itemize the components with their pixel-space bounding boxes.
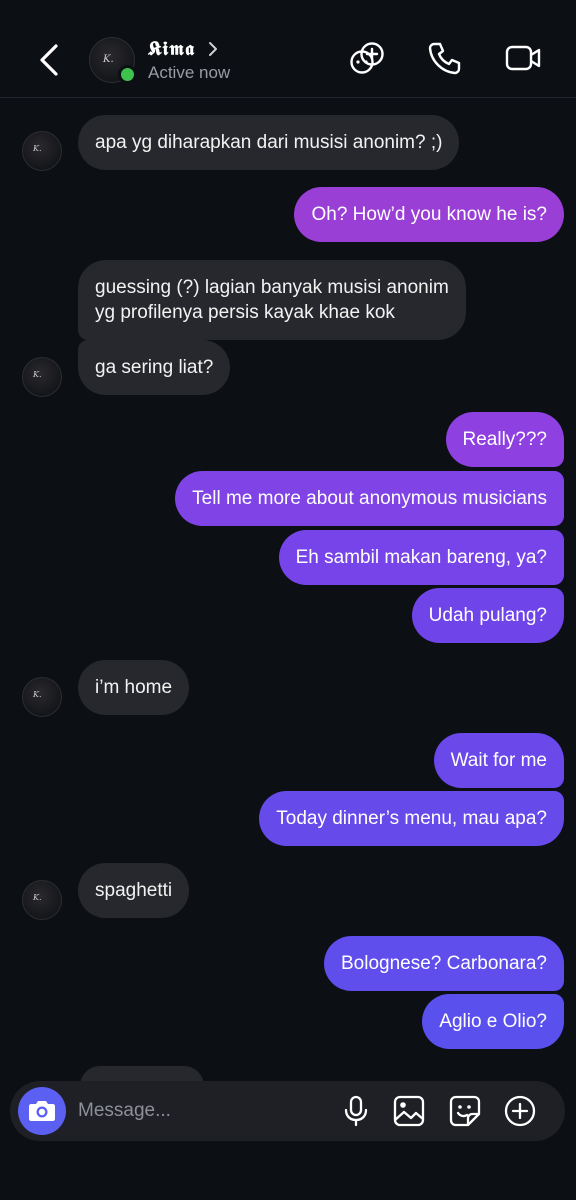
outgoing-message[interactable]: Tell me more about anonymous musicians <box>175 471 564 526</box>
sender-avatar[interactable]: K. <box>22 131 62 171</box>
message-text: i’m home <box>95 677 173 698</box>
message-text: Bolognese? Carbonara? <box>341 953 547 974</box>
sender-avatar[interactable]: K. <box>22 357 62 397</box>
image-icon[interactable] <box>391 1093 427 1129</box>
message-text: Aglio e Olio? <box>439 1011 547 1032</box>
message-text: ga sering liat? <box>95 357 214 378</box>
avatar[interactable]: K. <box>89 37 137 84</box>
message-text: Really??? <box>462 429 548 450</box>
outgoing-message[interactable]: Oh? How’d you know he is? <box>294 187 564 242</box>
message-input[interactable]: Message... <box>78 1100 171 1122</box>
game-controller-icon[interactable] <box>347 38 387 78</box>
message-text: Today dinner’s menu, mau apa? <box>276 808 547 829</box>
chat-screen: K. 𝕶𝖎𝖒𝖆 Active now K. apa yg diharapkan … <box>0 0 576 1200</box>
incoming-message[interactable]: ga sering liat? <box>78 340 231 395</box>
outgoing-message[interactable]: Aglio e Olio? <box>422 994 564 1049</box>
sticker-icon[interactable] <box>447 1093 483 1129</box>
chat-header: K. 𝕶𝖎𝖒𝖆 Active now <box>0 0 576 98</box>
outgoing-message[interactable]: Today dinner’s menu, mau apa? <box>259 791 564 846</box>
message-text-line: yg profilenya persis kayak khae kok <box>95 302 395 323</box>
incoming-message[interactable]: i’m home <box>78 660 190 715</box>
online-indicator <box>118 65 137 84</box>
active-status: Active now <box>148 63 231 82</box>
chevron-left-icon[interactable] <box>34 40 66 80</box>
microphone-icon[interactable] <box>338 1093 374 1129</box>
outgoing-message[interactable]: Bolognese? Carbonara? <box>324 936 564 991</box>
incoming-message[interactable]: guessing (?) lagian banyak musisi anonim… <box>78 260 466 340</box>
message-text: Wait for me <box>450 750 547 771</box>
outgoing-message[interactable]: Really??? <box>445 412 564 467</box>
contact-name[interactable]: 𝕶𝖎𝖒𝖆 <box>148 38 195 60</box>
camera-button[interactable] <box>18 1087 66 1135</box>
message-text: spaghetti <box>95 880 173 901</box>
outgoing-message[interactable]: Wait for me <box>433 733 564 788</box>
incoming-message[interactable]: apa yg diharapkan dari musisi anonim? ;) <box>78 115 460 170</box>
incoming-message[interactable]: spaghetti <box>78 863 190 918</box>
phone-icon[interactable] <box>425 38 465 78</box>
sender-avatar[interactable]: K. <box>22 677 62 717</box>
message-text: Udah pulang? <box>428 605 547 626</box>
outgoing-message[interactable]: Udah pulang? <box>411 588 564 643</box>
plus-circle-icon[interactable] <box>502 1093 538 1129</box>
sender-avatar[interactable]: K. <box>22 880 62 920</box>
chevron-right-icon[interactable] <box>207 40 219 58</box>
message-text: Oh? How’d you know he is? <box>311 204 547 225</box>
outgoing-message[interactable]: Eh sambil makan bareng, ya? <box>278 530 564 585</box>
message-text: Eh sambil makan bareng, ya? <box>295 547 547 568</box>
message-text: Tell me more about anonymous musicians <box>192 488 547 509</box>
avatar-mark: K. <box>103 54 114 65</box>
message-text-line: guessing (?) lagian banyak musisi anonim <box>95 277 449 298</box>
message-text: apa yg diharapkan dari musisi anonim? ;) <box>95 132 443 153</box>
video-camera-icon[interactable] <box>503 38 543 78</box>
camera-icon <box>29 1101 55 1121</box>
